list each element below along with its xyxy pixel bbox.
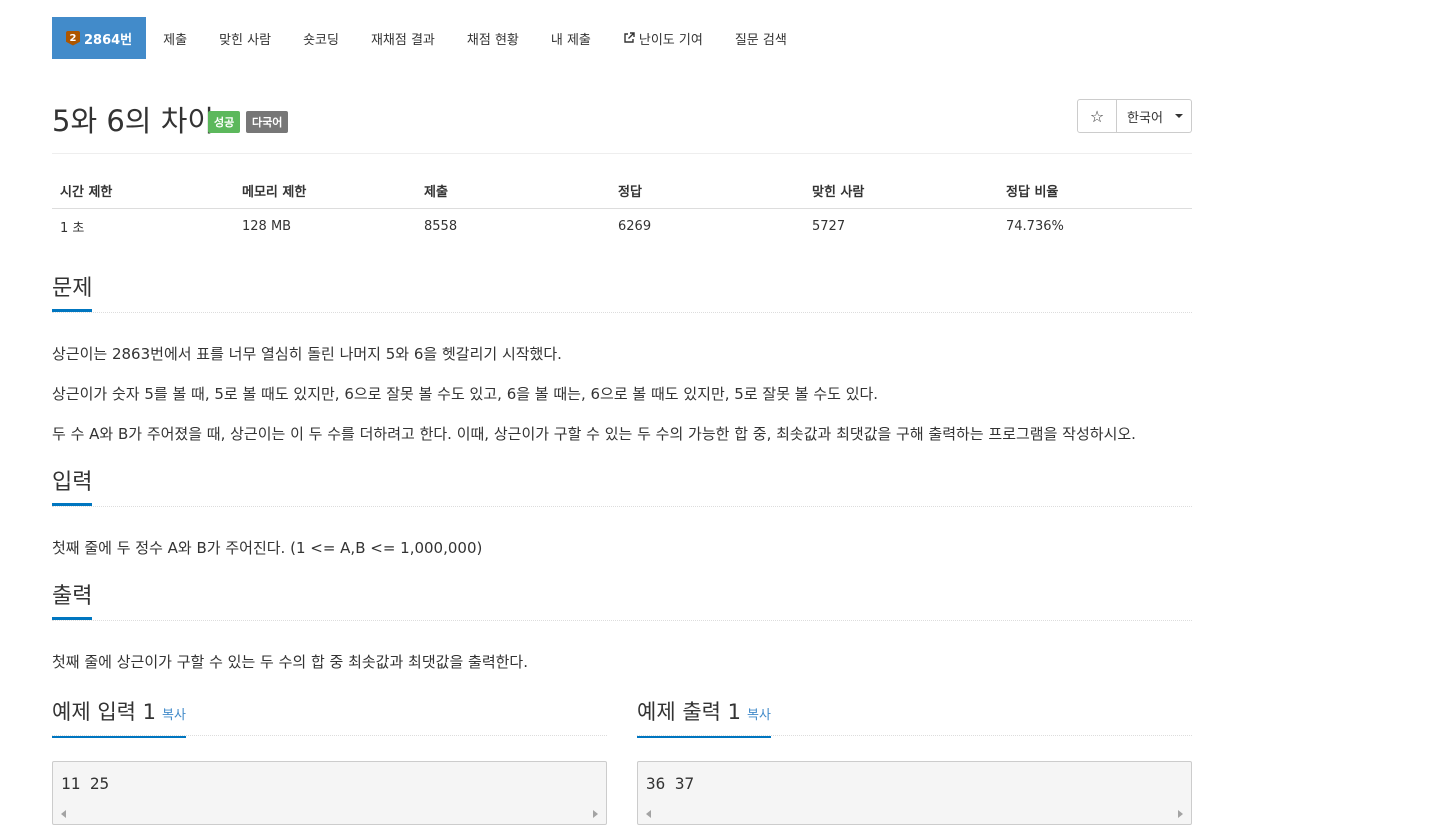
title-actions: ☆ 한국어 xyxy=(1077,99,1192,133)
language-label: 한국어 xyxy=(1127,110,1163,126)
tab-label: 제출 xyxy=(163,32,188,48)
section-title: 출력 xyxy=(52,584,93,620)
header-time-limit: 시간 제한 xyxy=(52,174,234,209)
tab-label: 맞힌 사람 xyxy=(219,32,272,48)
header-accepted: 정답 xyxy=(610,174,804,209)
sample-output-header: 예제 출력 1 복사 xyxy=(637,698,1192,738)
description-paragraph: 상근이가 숫자 5를 볼 때, 5로 볼 때도 있지만, 6으로 잘못 볼 수도… xyxy=(52,385,879,403)
scroll-right-icon[interactable] xyxy=(593,810,598,818)
sample-title-wrap: 예제 출력 1 복사 xyxy=(637,698,771,738)
tab-label: 내 제출 xyxy=(550,32,591,48)
sample-output-content: 36 37 xyxy=(646,774,695,793)
output-description: 첫째 줄에 상근이가 구할 수 있는 두 수의 합 중 최솟값과 최댓값을 출력… xyxy=(52,653,528,671)
solvers-value: 5727 xyxy=(812,219,846,235)
tab-label: 질문 검색 xyxy=(734,32,787,48)
description-section-header: 문제 xyxy=(52,276,1192,313)
tab-judge-status[interactable]: 채점 현황 xyxy=(451,17,535,59)
output-section-header: 출력 xyxy=(52,584,1192,621)
horizontal-scrollbar[interactable] xyxy=(53,804,606,824)
problem-info-table: 시간 제한 메모리 제한 제출 정답 맞힌 사람 정답 비율 1 초 128 M… xyxy=(52,174,1192,245)
tab-my-submissions[interactable]: 내 제출 xyxy=(535,17,607,59)
input-description: 첫째 줄에 두 정수 A와 B가 주어진다. (1 <= A,B <= 1,00… xyxy=(52,539,483,557)
tab-question-search[interactable]: 질문 검색 xyxy=(719,17,803,59)
problem-title: 5와 6의 차이 xyxy=(52,104,215,138)
sample-title-wrap: 예제 입력 1 복사 xyxy=(52,698,186,738)
tab-rejudge-results[interactable]: 재채점 결과 xyxy=(355,17,451,59)
ratio-value: 74.736% xyxy=(1006,219,1064,235)
accepted-value: 6269 xyxy=(618,219,652,235)
header-memory-limit: 메모리 제한 xyxy=(234,174,416,209)
table-header-row: 시간 제한 메모리 제한 제출 정답 맞힌 사람 정답 비율 xyxy=(52,174,1192,209)
header-submissions: 제출 xyxy=(416,174,610,209)
sample-input-box[interactable]: 11 25 xyxy=(52,761,607,825)
sample-output-box[interactable]: 36 37 xyxy=(637,761,1192,825)
header-ratio: 정답 비율 xyxy=(998,174,1192,209)
tab-short-coding[interactable]: 숏코딩 xyxy=(287,17,355,59)
copy-button[interactable]: 복사 xyxy=(747,708,771,723)
star-button[interactable]: ☆ xyxy=(1077,99,1117,133)
divider xyxy=(52,153,1192,154)
tab-label: 난이도 기여 xyxy=(638,32,703,48)
language-dropdown[interactable]: 한국어 xyxy=(1117,99,1192,133)
memory-limit-value: 128 MB xyxy=(242,219,292,235)
scroll-right-icon[interactable] xyxy=(1178,810,1183,818)
status-badge-success: 성공 xyxy=(208,111,241,133)
tab-label: 채점 현황 xyxy=(466,32,519,48)
description-paragraph: 두 수 A와 B가 주어졌을 때, 상근이는 이 두 수를 더하려고 한다. 이… xyxy=(52,425,1136,443)
copy-button[interactable]: 복사 xyxy=(162,708,186,723)
horizontal-scrollbar[interactable] xyxy=(638,804,1191,824)
section-title: 문제 xyxy=(52,276,93,312)
description-paragraph: 상근이는 2863번에서 표를 너무 열심히 돌린 나머지 5와 6을 헷갈리기… xyxy=(52,345,562,363)
external-link-icon xyxy=(624,32,635,43)
tier-badge-icon: 2 xyxy=(66,30,80,46)
status-badge-multilang: 다국어 xyxy=(246,111,289,133)
sample-input-content: 11 25 xyxy=(61,774,110,793)
input-section-header: 입력 xyxy=(52,470,1192,507)
tab-label: 2864번 xyxy=(84,32,133,48)
section-title: 입력 xyxy=(52,470,93,506)
star-icon: ☆ xyxy=(1089,106,1105,126)
tab-difficulty-contribution[interactable]: 난이도 기여 xyxy=(607,17,719,59)
problem-menu-tabs: 2 2864번 제출 맞힌 사람 숏코딩 재채점 결과 채점 현황 내 제출 난… xyxy=(52,17,803,59)
submissions-value: 8558 xyxy=(424,219,458,235)
time-limit-value: 1 초 xyxy=(60,221,85,237)
tab-solvers[interactable]: 맞힌 사람 xyxy=(203,17,287,59)
sample-title: 예제 입력 1 xyxy=(52,700,156,724)
sample-input-header: 예제 입력 1 복사 xyxy=(52,698,607,738)
tab-problem[interactable]: 2 2864번 xyxy=(52,17,147,59)
header-solvers: 맞힌 사람 xyxy=(804,174,998,209)
sample-title: 예제 출력 1 xyxy=(637,700,741,724)
caret-down-icon xyxy=(1174,114,1183,118)
scroll-left-icon[interactable] xyxy=(646,810,651,818)
table-row: 1 초 128 MB 8558 6269 5727 74.736% xyxy=(52,208,1192,245)
tab-label: 숏코딩 xyxy=(303,32,339,48)
tab-label: 재채점 결과 xyxy=(370,32,435,48)
tab-submit[interactable]: 제출 xyxy=(146,17,203,59)
scroll-left-icon[interactable] xyxy=(61,810,66,818)
